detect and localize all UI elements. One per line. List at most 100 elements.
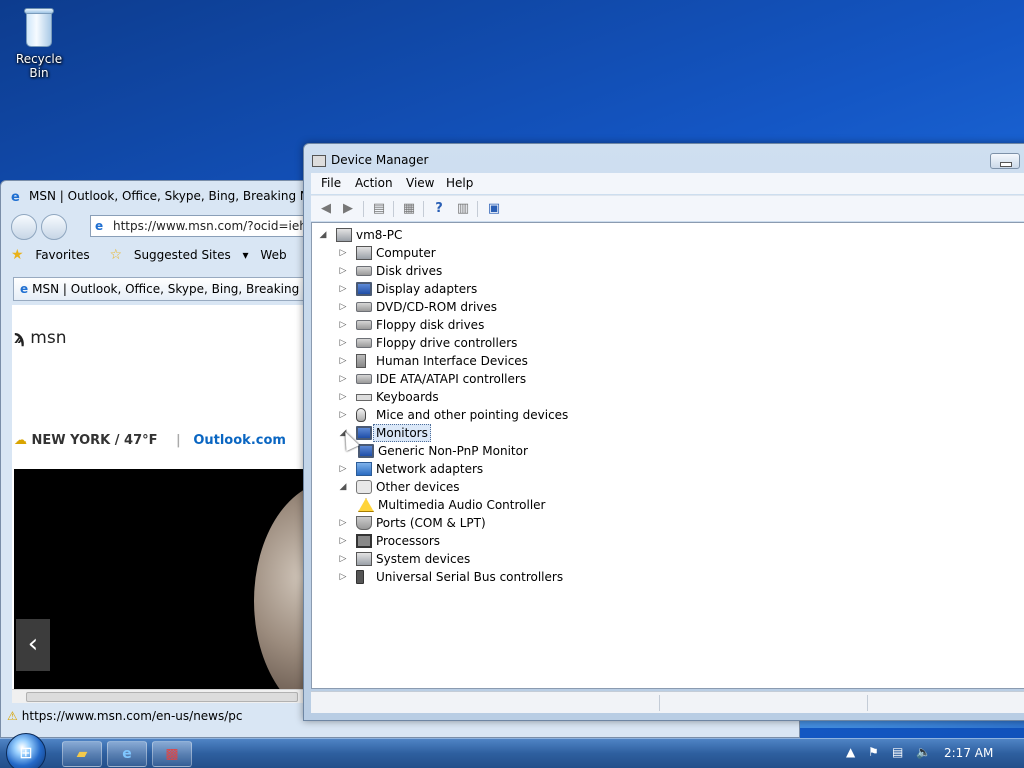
favorites-button[interactable]: ★ Favorites xyxy=(11,247,98,263)
computer-icon xyxy=(336,228,352,242)
expand-arrow-icon[interactable]: ▷ xyxy=(338,370,348,388)
recycle-bin-shortcut[interactable]: Recycle Bin xyxy=(6,6,72,80)
system-clock[interactable]: 2:17 AM xyxy=(944,746,993,760)
collapse-arrow-icon[interactable]: ◢ xyxy=(318,226,328,244)
outlook-link[interactable]: Outlook.com xyxy=(193,433,286,448)
tree-category-item[interactable]: ▷ System devices xyxy=(338,550,598,568)
processor-icon xyxy=(356,534,372,548)
expand-arrow-icon[interactable]: ▷ xyxy=(338,550,348,568)
weather-strip: ☁ NEW YORK / 47°F | Outlook.com | NE xyxy=(14,433,304,448)
device-tree[interactable]: ◢ vm8-PC ▷ Computer ▷ Disk drives ▷ Display a… xyxy=(311,222,1024,689)
minimize-button[interactable] xyxy=(990,153,1020,169)
tree-item-label: Display adapters xyxy=(376,282,478,296)
taskbar-ie-button[interactable]: e xyxy=(107,741,147,767)
status-divider xyxy=(867,695,868,711)
expand-arrow-icon[interactable]: ▷ xyxy=(338,460,348,478)
tree-item-label: Processors xyxy=(376,534,441,548)
device-manager-icon xyxy=(312,154,326,167)
expand-arrow-icon[interactable]: ▷ xyxy=(338,334,348,352)
msn-logo[interactable]: ϡ msn xyxy=(14,327,67,348)
folder-icon: ▰ xyxy=(76,746,88,762)
show-hidden-icons[interactable]: ▲ xyxy=(846,745,855,759)
expand-arrow-icon[interactable]: ▷ xyxy=(338,244,348,262)
collapse-arrow-icon[interactable]: ◢ xyxy=(338,478,348,496)
menu-action[interactable]: Action xyxy=(355,176,393,190)
mouse-icon xyxy=(356,408,366,422)
status-divider xyxy=(659,695,660,711)
properties-icon[interactable]: ▦ xyxy=(400,200,418,218)
expand-arrow-icon[interactable]: ▷ xyxy=(338,568,348,586)
ie-icon: e xyxy=(11,189,20,205)
tree-category-item[interactable]: ▷ DVD/CD-ROM drives xyxy=(338,298,598,316)
network-icon[interactable]: ▤ xyxy=(892,745,903,759)
msn-logo-text: msn xyxy=(30,328,67,348)
expand-arrow-icon[interactable]: ▷ xyxy=(338,406,348,424)
expand-arrow-icon[interactable]: ▷ xyxy=(338,262,348,280)
taskbar-explorer-button[interactable]: ▰ xyxy=(62,741,102,767)
windows-logo-icon: ⊞ xyxy=(19,743,33,762)
tree-category-item[interactable]: ▷ Processors xyxy=(338,532,598,550)
tree-category-item[interactable]: ▷ Keyboards xyxy=(338,388,598,406)
tree-category-item[interactable]: ▷ Floppy disk drives xyxy=(338,316,598,334)
tree-category-item[interactable]: ▷ Computer xyxy=(338,244,598,262)
tree-category-item[interactable]: ◢ Monitors xyxy=(338,424,598,442)
tree-item-label: Generic Non-PnP Monitor xyxy=(378,444,528,458)
ie-tab[interactable]: e MSN | Outlook, Office, Skype, Bing, Bre… xyxy=(13,277,305,301)
tree-category-item[interactable]: ▷ Human Interface Devices xyxy=(338,352,598,370)
monitor-icon xyxy=(358,444,374,458)
action-center-flag-icon[interactable]: ⚑ xyxy=(868,745,879,759)
volume-muted-icon[interactable]: 🔈 xyxy=(916,745,931,759)
tree-child-item[interactable]: Generic Non-PnP Monitor xyxy=(358,442,618,460)
show-hide-tree-icon[interactable]: ▤ xyxy=(370,200,388,218)
hid-icon xyxy=(356,354,366,368)
menu-file[interactable]: File xyxy=(321,176,341,190)
address-bar[interactable]: e https://www.msn.com/?ocid=iehp xyxy=(90,215,306,237)
carousel-prev-button[interactable]: ‹ xyxy=(16,619,50,671)
tree-category-item[interactable]: ▷ Ports (COM & LPT) xyxy=(338,514,598,532)
scrollbar-thumb[interactable] xyxy=(26,692,298,702)
star-icon: ★ xyxy=(11,247,24,263)
expand-arrow-icon[interactable]: ▷ xyxy=(338,298,348,316)
expand-arrow-icon[interactable]: ▷ xyxy=(338,352,348,370)
forward-button[interactable] xyxy=(41,214,67,240)
expand-arrow-icon[interactable]: ▷ xyxy=(338,316,348,334)
start-button[interactable]: ⊞ xyxy=(6,733,46,768)
tree-category-item[interactable]: ▷ Floppy drive controllers xyxy=(338,334,598,352)
tree-category-item[interactable]: ▷ Mice and other pointing devices xyxy=(338,406,598,424)
toolbar-separator xyxy=(423,201,424,217)
device-manager-window[interactable]: Device Manager File Action View Help ◀ ▶… xyxy=(303,143,1024,721)
monitor-icon xyxy=(356,426,372,440)
tree-item-label: Universal Serial Bus controllers xyxy=(376,570,564,584)
back-button[interactable] xyxy=(11,214,37,240)
tree-item-label: Multimedia Audio Controller xyxy=(378,498,546,512)
tree-root[interactable]: ◢ vm8-PC xyxy=(318,226,438,244)
expand-arrow-icon[interactable]: ▷ xyxy=(338,280,348,298)
view-icon[interactable]: ▥ xyxy=(454,200,472,218)
help-icon[interactable]: ? xyxy=(430,200,448,218)
dm-title-text: Device Manager xyxy=(331,153,429,167)
taskbar-device-manager-button[interactable]: ▩ xyxy=(152,741,192,767)
tree-category-item[interactable]: ▷ IDE ATA/ATAPI controllers xyxy=(338,370,598,388)
back-arrow-icon[interactable]: ◀ xyxy=(317,200,335,218)
menu-view[interactable]: View xyxy=(406,176,434,190)
weather-text[interactable]: NEW YORK / 47°F xyxy=(32,433,158,448)
ie-page-content[interactable]: ϡmsn ☁ NEW YORK / 47°F | Outlook.com | N… xyxy=(12,305,304,689)
suggested-sites-button[interactable]: ☆ Suggested Sites ▾ xyxy=(109,247,248,263)
expand-arrow-icon[interactable]: ▷ xyxy=(338,388,348,406)
favorites-bar: ★ Favorites ☆ Suggested Sites ▾ Web xyxy=(11,247,311,269)
web-slice-button[interactable]: Web xyxy=(260,248,294,262)
hero-image[interactable]: ‹ xyxy=(14,469,304,689)
menu-help[interactable]: Help xyxy=(446,176,473,190)
expand-arrow-icon[interactable]: ▷ xyxy=(338,514,348,532)
scan-hardware-icon[interactable]: ▣ xyxy=(485,200,503,218)
tree-category-item[interactable]: ◢ Other devices xyxy=(338,478,598,496)
taskbar: ⊞ ▰ e ▩ ▲ ⚑ ▤ 🔈 2:17 AM xyxy=(0,733,1024,768)
tree-category-item[interactable]: ▷ Disk drives xyxy=(338,262,598,280)
horizontal-scrollbar[interactable] xyxy=(12,689,304,703)
expand-arrow-icon[interactable]: ▷ xyxy=(338,532,348,550)
tree-category-item[interactable]: ▷ Network adapters xyxy=(338,460,598,478)
tree-child-item[interactable]: Multimedia Audio Controller xyxy=(358,496,618,514)
tree-category-item[interactable]: ▷ Universal Serial Bus controllers xyxy=(338,568,598,586)
forward-arrow-icon[interactable]: ▶ xyxy=(339,200,357,218)
tree-category-item[interactable]: ▷ Display adapters xyxy=(338,280,598,298)
